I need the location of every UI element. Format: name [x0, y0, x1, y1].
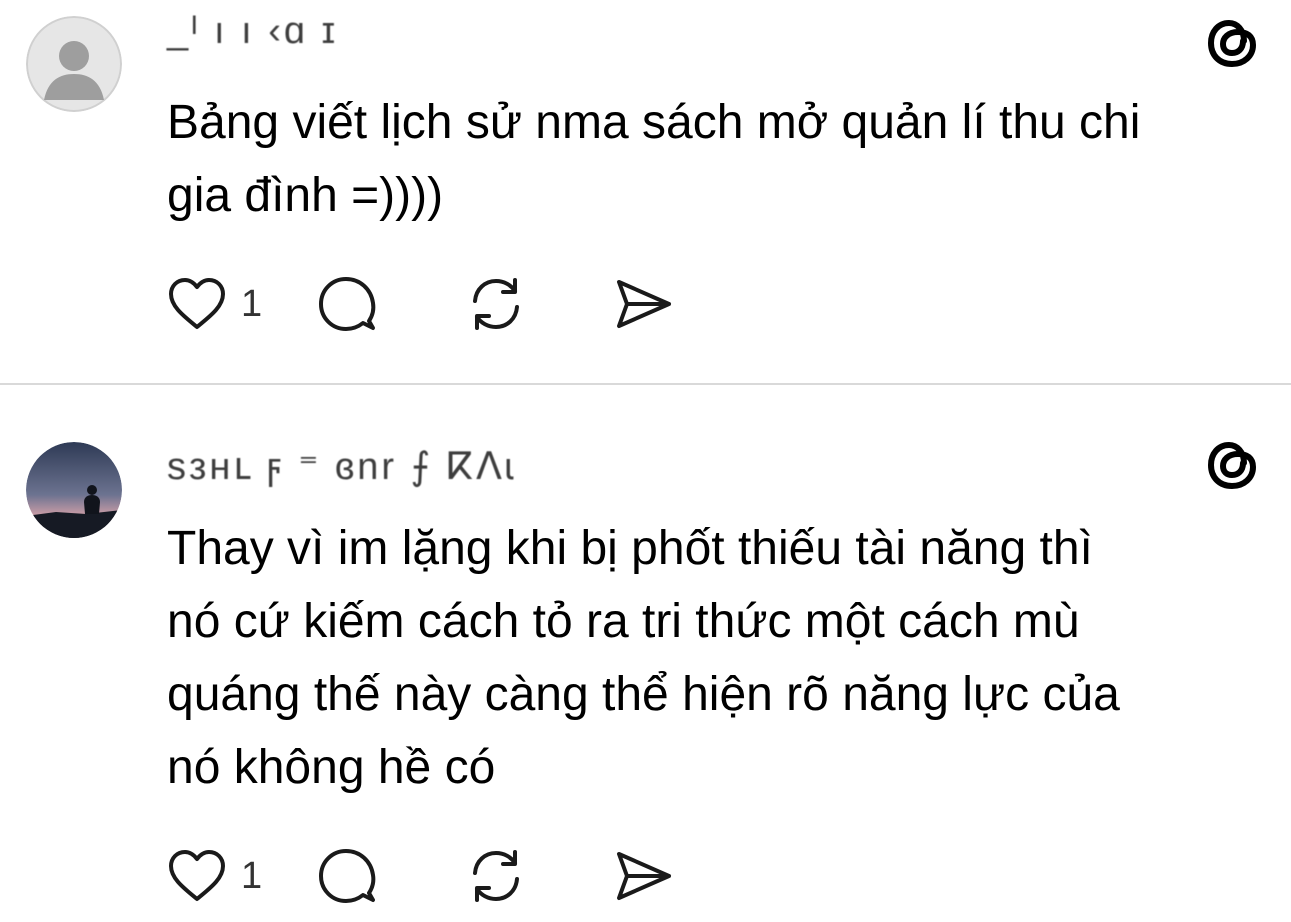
like-count: 1	[241, 854, 263, 897]
silhouette-sunset-avatar-icon	[26, 442, 122, 538]
reply-button[interactable]	[317, 274, 465, 334]
heart-icon	[169, 278, 225, 329]
post-actions: 1	[167, 274, 683, 334]
like-button[interactable]: 1	[167, 849, 317, 903]
repost-button[interactable]	[465, 274, 613, 334]
repost-button[interactable]	[465, 846, 613, 906]
post-text-line: nó không hề có	[167, 741, 496, 794]
post-text-line: nó cứ kiếm cách tỏ ra tri thức một cách …	[167, 595, 1080, 648]
post-text-line: Thay vì im lặng khi bị phốt thiếu tài nă…	[167, 522, 1093, 575]
threads-logo-icon	[1204, 14, 1262, 72]
post-text: Bảng viết lịch sử nma sách mở quản lí th…	[167, 86, 1267, 232]
like-button[interactable]: 1	[167, 277, 317, 331]
threads-logo-icon	[1204, 436, 1262, 494]
avatar[interactable]	[26, 442, 122, 538]
default-avatar-icon	[26, 16, 122, 112]
username[interactable]: ѕзнւ ϝ ⁼ ɞnr ⨍ ⴽⴷɩ	[167, 444, 516, 489]
post-text-line: gia đình =))))	[167, 169, 444, 222]
reply-bubble-icon	[319, 277, 376, 331]
post-item[interactable]: ѕзнւ ϝ ⁼ ɞnr ⨍ ⴽⴷɩ Thay vì im lặng khi b…	[0, 384, 1291, 922]
send-icon	[617, 852, 671, 900]
like-count: 1	[241, 282, 263, 325]
post-text-line: quáng thế này càng thể hiện rõ năng lực …	[167, 668, 1120, 721]
avatar[interactable]	[26, 16, 122, 112]
heart-icon	[169, 850, 225, 901]
reply-button[interactable]	[317, 846, 465, 906]
repost-icon	[473, 850, 519, 902]
send-icon	[617, 280, 671, 328]
threads-feed: _ᴵ ı ı ‹ɑ ɪ Bảng viết lịch sử nma sách m…	[0, 0, 1291, 922]
share-button[interactable]	[613, 276, 683, 332]
username[interactable]: _ᴵ ı ı ‹ɑ ɪ	[167, 10, 338, 53]
reply-bubble-icon	[319, 849, 376, 903]
post-actions: 1	[167, 846, 683, 906]
share-button[interactable]	[613, 848, 683, 904]
post-item[interactable]: _ᴵ ı ı ‹ɑ ɪ Bảng viết lịch sử nma sách m…	[0, 0, 1291, 383]
post-text-line: Bảng viết lịch sử nma sách mở quản lí th…	[167, 96, 1141, 149]
repost-icon	[473, 278, 519, 330]
post-text: Thay vì im lặng khi bị phốt thiếu tài nă…	[167, 512, 1267, 804]
